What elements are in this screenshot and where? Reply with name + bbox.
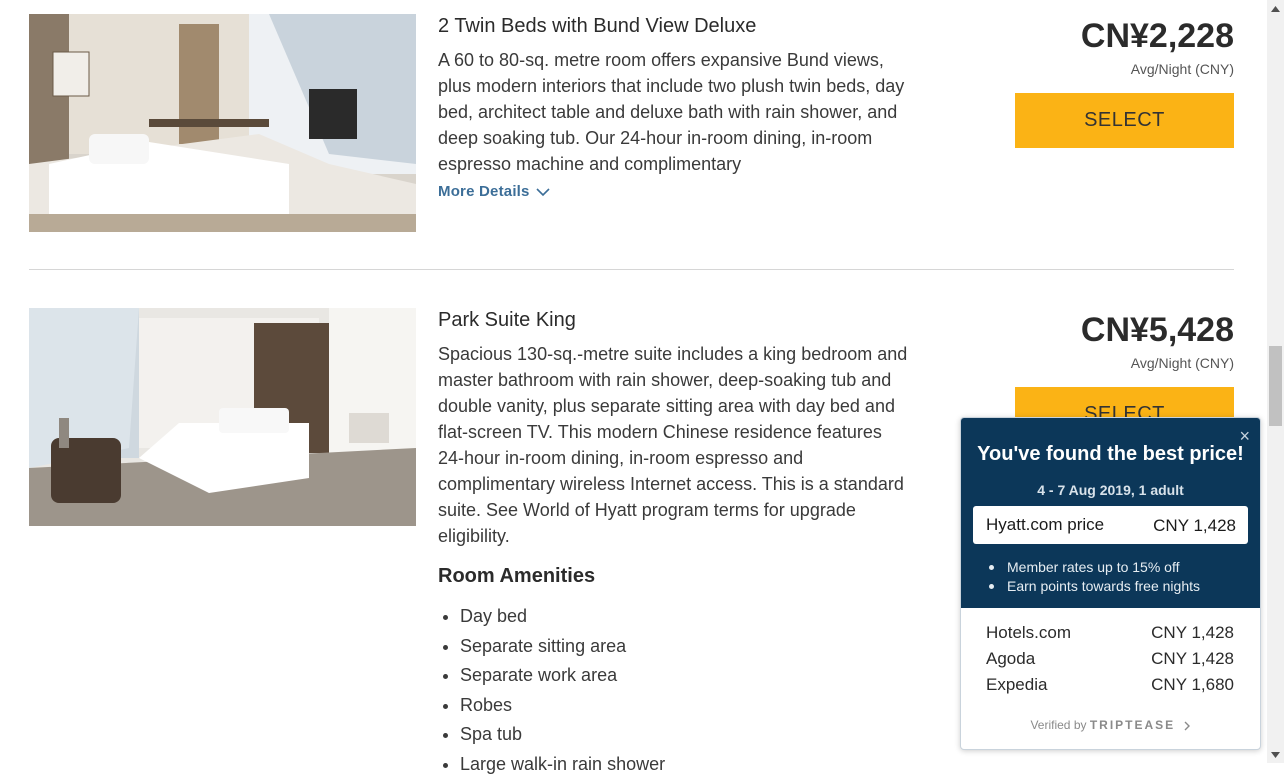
price-check-popup: × You've found the best price! 4 - 7 Aug… <box>960 417 1261 750</box>
popup-dates: 4 - 7 Aug 2019, 1 adult <box>1037 482 1184 498</box>
amenity-item: Separate sitting area <box>460 632 665 662</box>
competitor-row: Expedia CNY 1,680 <box>986 675 1234 695</box>
competitor-price: CNY 1,428 <box>1151 623 1234 642</box>
room-divider <box>29 269 1234 270</box>
verified-by-link[interactable]: Verified by TRIPTEASE <box>961 718 1260 732</box>
popup-headline: You've found the best price! <box>977 443 1244 465</box>
chevron-down-icon <box>536 187 550 196</box>
competitor-name: Expedia <box>986 675 1048 694</box>
amenity-item: Robes <box>460 691 665 721</box>
amenity-item: Separate work area <box>460 661 665 691</box>
hyatt-price-label: Hyatt.com price <box>986 515 1105 534</box>
competitor-name: Hotels.com <box>986 623 1072 642</box>
triptease-brand: TRIPTEASE <box>1089 718 1176 732</box>
room-photo-twin-deluxe[interactable] <box>29 14 416 232</box>
room-photo-park-suite[interactable] <box>29 308 416 526</box>
verified-prefix: Verified by <box>1030 718 1087 732</box>
more-details-link[interactable]: More Details <box>438 183 550 200</box>
perk-item: Member rates up to 15% off <box>989 558 1200 577</box>
amenities-list: Day bed Separate sitting area Separate w… <box>438 602 665 780</box>
amenity-item: Large walk-in rain shower <box>460 750 665 780</box>
amenity-item: Spa tub <box>460 720 665 750</box>
perk-item: Earn points towards free nights <box>989 578 1200 594</box>
room-description: Spacious 130-sq.-metre suite includes a … <box>438 344 908 546</box>
popup-header: × You've found the best price! 4 - 7 Aug… <box>961 418 1260 608</box>
competitor-name: Agoda <box>986 649 1036 668</box>
avg-night-label: Avg/Night (CNY) <box>1130 355 1234 371</box>
competitor-price: CNY 1,428 <box>1151 649 1234 668</box>
scroll-up-arrow-icon[interactable] <box>1267 0 1284 17</box>
more-details-label: More Details <box>438 183 530 200</box>
scroll-down-arrow-icon[interactable] <box>1267 746 1284 763</box>
avg-night-label: Avg/Night (CNY) <box>1130 61 1234 77</box>
room-title: Park Suite King <box>438 309 576 331</box>
amenity-item: Day bed <box>460 602 665 632</box>
hyatt-price-value: CNY 1,428 <box>1153 516 1236 535</box>
room-card-twin-deluxe: 2 Twin Beds with Bund View Deluxe A 60 t… <box>29 0 1234 260</box>
select-button[interactable]: SELECT <box>1015 93 1234 148</box>
room-title: 2 Twin Beds with Bund View Deluxe <box>438 15 757 37</box>
hyatt-price-box: Hyatt.com price CNY 1,428 <box>973 506 1248 544</box>
chevron-right-icon <box>1184 721 1190 731</box>
room-price: CN¥2,228 <box>1080 17 1234 55</box>
competitor-row: Agoda CNY 1,428 <box>986 649 1234 669</box>
room-price: CN¥5,428 <box>1080 311 1234 349</box>
amenities-heading: Room Amenities <box>438 565 596 587</box>
competitor-price: CNY 1,680 <box>1151 675 1234 694</box>
scrollbar-thumb[interactable] <box>1269 346 1282 426</box>
member-perks: Member rates up to 15% off Earn points t… <box>989 558 1200 596</box>
competitor-row: Hotels.com CNY 1,428 <box>986 623 1234 643</box>
page-scrollbar[interactable] <box>1267 0 1284 763</box>
room-description: A 60 to 80-sq. metre room offers expansi… <box>438 50 905 174</box>
